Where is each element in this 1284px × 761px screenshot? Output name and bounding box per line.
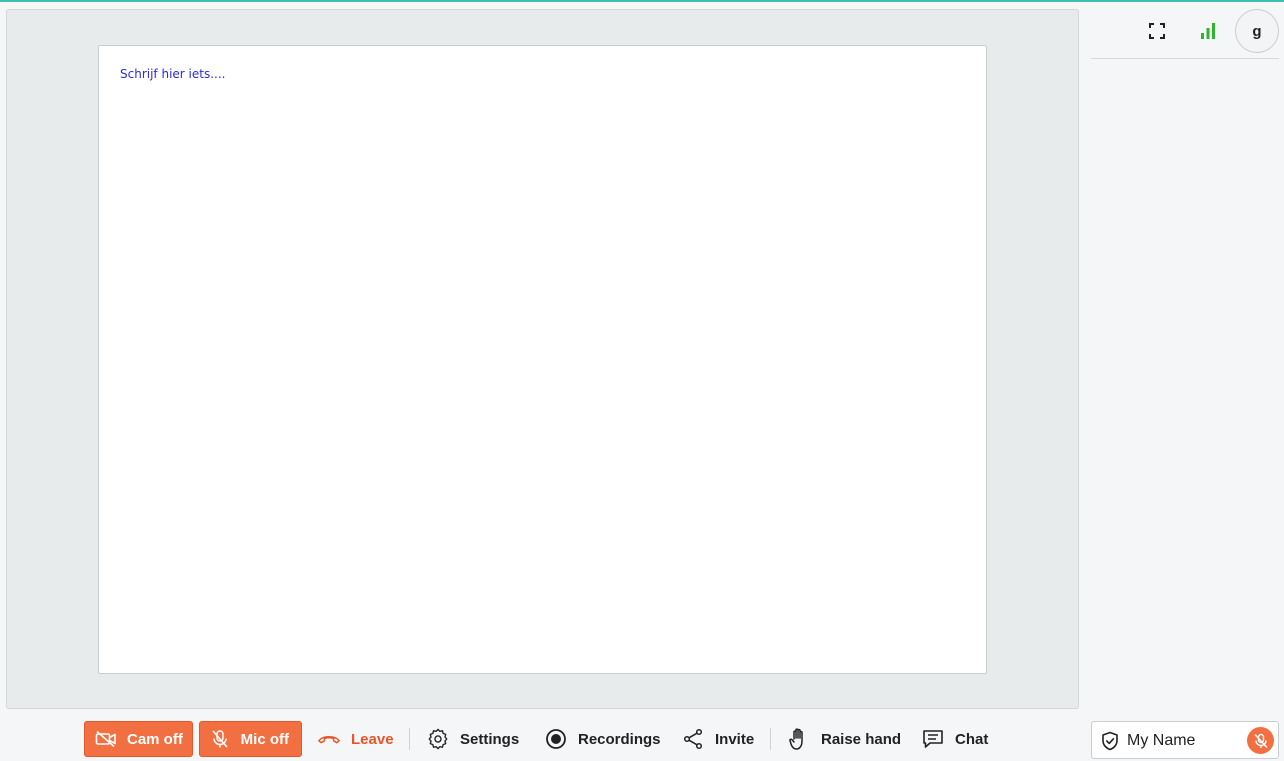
raise-hand-button[interactable]: Raise hand xyxy=(787,721,901,757)
settings-label: Settings xyxy=(460,730,520,748)
cam-off-label: Cam off xyxy=(127,730,183,748)
mic-off-label: Mic off xyxy=(240,730,289,748)
camera-off-icon xyxy=(95,727,117,751)
call-toolbar: Cam off Mic off Leave Settings Recording… xyxy=(84,721,1004,757)
recordings-label: Recordings xyxy=(578,730,661,748)
sidebar-header: g xyxy=(1091,2,1279,59)
whiteboard-placeholder[interactable]: Schrijf hier iets.... xyxy=(120,67,225,81)
microphone-off-icon[interactable] xyxy=(1247,727,1274,754)
fullscreen-icon[interactable] xyxy=(1147,21,1167,41)
invite-button[interactable]: Invite xyxy=(681,721,754,757)
participants-sidebar: g My Name xyxy=(1091,2,1284,761)
toolbar-divider xyxy=(770,728,771,750)
hand-icon xyxy=(787,727,811,751)
leave-label: Leave xyxy=(351,730,394,748)
mic-off-button[interactable]: Mic off xyxy=(199,721,302,757)
phone-hangup-icon xyxy=(317,727,341,751)
whiteboard[interactable]: Schrijf hier iets.... xyxy=(98,45,987,674)
shield-icon xyxy=(1100,731,1120,751)
chat-button[interactable]: Chat xyxy=(921,721,988,757)
chat-label: Chat xyxy=(955,730,989,748)
microphone-off-icon xyxy=(210,727,231,751)
share-icon xyxy=(681,727,705,751)
cam-off-button[interactable]: Cam off xyxy=(84,721,193,757)
main-stage: Schrijf hier iets.... xyxy=(6,9,1079,709)
chat-icon xyxy=(921,727,945,751)
gear-icon xyxy=(426,727,450,751)
avatar[interactable]: g xyxy=(1235,9,1279,53)
self-participant-tile[interactable]: My Name xyxy=(1091,721,1279,759)
toolbar-divider xyxy=(409,728,410,750)
leave-button[interactable]: Leave xyxy=(317,721,394,757)
recordings-button[interactable]: Recordings xyxy=(544,721,661,757)
signal-strength-icon xyxy=(1198,21,1218,41)
self-participant-name: My Name xyxy=(1127,732,1196,749)
record-icon xyxy=(544,727,568,751)
invite-label: Invite xyxy=(715,730,755,748)
raise-hand-label: Raise hand xyxy=(821,730,902,748)
settings-button[interactable]: Settings xyxy=(426,721,519,757)
